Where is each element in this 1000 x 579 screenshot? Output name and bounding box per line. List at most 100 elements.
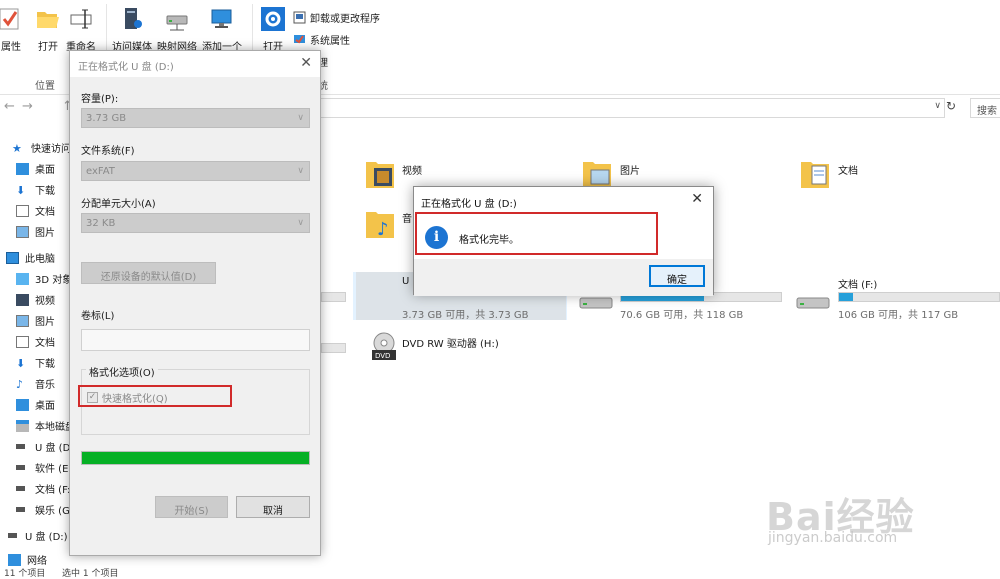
nav-item-quick-access[interactable]: ★ 快速访问	[12, 140, 71, 156]
drive-icon	[16, 465, 25, 470]
star-icon: ★	[12, 141, 22, 155]
folder-label-videos[interactable]: 视频	[402, 162, 422, 177]
dvd-drive-icon: DVD	[372, 332, 396, 360]
folder-open-icon	[37, 12, 59, 28]
filesystem-select[interactable]: exFAT ∨	[81, 161, 310, 181]
folder-label-pictures[interactable]: 图片	[620, 162, 640, 177]
format-dialog-title: 正在格式化 U 盘 (D:)	[78, 62, 174, 73]
nav-item-videos[interactable]: 视频	[16, 292, 55, 307]
ok-button[interactable]: 确定	[649, 265, 705, 287]
monitor-network-icon	[211, 9, 232, 28]
add-network-location-button[interactable]: 添加一个	[202, 6, 242, 53]
hard-drive-icon	[796, 297, 830, 309]
chevron-down-icon: ∨	[297, 113, 304, 123]
programs-icon	[293, 11, 306, 24]
baidu-watermark: Bai经验 jingyan.baidu.com	[762, 476, 992, 556]
nav-item-this-pc[interactable]: 此电脑	[6, 250, 55, 265]
nav-item-documents-2[interactable]: 文档	[16, 334, 55, 349]
usb-drive-icon	[16, 444, 25, 449]
format-dialog-titlebar: 正在格式化 U 盘 (D:) ✕	[70, 51, 320, 77]
document-icon	[16, 204, 29, 217]
system-properties-button[interactable]: 系统属性	[293, 32, 350, 47]
picture-icon	[16, 225, 29, 238]
restore-defaults-button[interactable]: 还原设备的默认值(D)	[81, 262, 216, 284]
media-server-icon	[125, 8, 142, 29]
watermark-url: jingyan.baidu.com	[768, 530, 898, 546]
quick-format-highlight-box	[78, 385, 232, 407]
desktop-icon	[16, 162, 29, 175]
nav-item-network[interactable]: 网络	[8, 552, 47, 567]
drive-icon	[16, 507, 25, 512]
nav-item-desktop[interactable]: 桌面	[16, 161, 55, 176]
capacity-select[interactable]: 3.73 GB ∨	[81, 108, 310, 128]
system-properties-icon	[294, 35, 305, 44]
nav-item-pictures[interactable]: 图片	[16, 224, 55, 239]
volume-label-label: 卷标(L)	[81, 311, 115, 322]
drive-label-u: U	[402, 276, 410, 287]
chevron-down-icon[interactable]: ∨	[934, 101, 941, 111]
chevron-down-icon: ∨	[297, 166, 304, 176]
nav-item-music[interactable]: ♪ 音乐	[16, 376, 55, 392]
allocation-size-select[interactable]: 32 KB ∨	[81, 213, 310, 233]
folder-label-documents[interactable]: 文档	[838, 162, 858, 177]
nav-item-desktop-2[interactable]: 桌面	[16, 397, 55, 412]
search-input[interactable]: 搜索	[970, 98, 1000, 118]
filesystem-label: 文件系统(F)	[81, 146, 135, 157]
open-settings-button[interactable]: 打开	[260, 6, 286, 53]
cube-icon	[16, 272, 29, 285]
message-box-title: 正在格式化 U 盘 (D:)	[421, 199, 517, 210]
nav-item-pictures-2[interactable]: 图片	[16, 313, 55, 328]
drive-usage-fill-f	[839, 293, 854, 301]
close-icon[interactable]: ✕	[300, 55, 312, 71]
nav-item-drive-e[interactable]: 软件 (E:	[16, 460, 72, 475]
nav-item-downloads-2[interactable]: ⬇ 下载	[16, 355, 55, 371]
desktop-icon	[16, 398, 29, 411]
folder-label-music[interactable]: 音	[402, 210, 412, 225]
drive-bar-partial-2	[321, 343, 346, 353]
open-button[interactable]: 打开	[35, 6, 61, 53]
nav-item-drive-g[interactable]: 娱乐 (G:	[16, 502, 73, 517]
cancel-button[interactable]: 取消	[236, 496, 310, 518]
picture-icon	[16, 314, 29, 327]
svg-text:DVD: DVD	[375, 352, 390, 360]
nav-item-local-disk[interactable]: 本地磁盘	[16, 418, 75, 433]
rename-button[interactable]: 重命名	[66, 6, 96, 53]
status-selection: 选中 1 个项目	[62, 569, 119, 579]
documents-folder-icon	[801, 162, 829, 188]
svg-text:♪: ♪	[377, 219, 389, 240]
map-network-drive-button[interactable]: 映射网络	[157, 6, 197, 53]
music-note-icon: ♪	[16, 377, 24, 391]
drive-label-dvd[interactable]: DVD RW 驱动器 (H:)	[402, 335, 499, 350]
nav-item-usb-d[interactable]: U 盘 (D	[16, 439, 70, 454]
drive-capacity-mid: 70.6 GB 可用，共 118 GB	[620, 310, 744, 321]
format-dialog: 正在格式化 U 盘 (D:) ✕ 容量(P): 3.73 GB ∨ 文件系统(F)…	[69, 50, 321, 556]
refresh-icon[interactable]: ↻	[946, 99, 962, 117]
nav-item-usb-root[interactable]: U 盘 (D:)	[8, 528, 68, 543]
document-icon	[16, 335, 29, 348]
computer-icon	[6, 251, 19, 264]
drive-bar-partial	[321, 292, 346, 302]
download-arrow-icon: ⬇	[16, 183, 26, 197]
rename-icon	[70, 9, 92, 29]
nav-item-drive-f[interactable]: 文档 (F:	[16, 481, 70, 496]
windows-drive-icon	[16, 419, 29, 432]
back-arrow-icon[interactable]: ←	[4, 99, 15, 114]
drive-capacity-u: 3.73 GB 可用，共 3.73 GB	[402, 310, 529, 321]
uninstall-programs-button[interactable]: 卸载或更改程序	[293, 10, 380, 25]
start-button[interactable]: 开始(S)	[155, 496, 228, 518]
drive-label-f[interactable]: 文档 (F:)	[838, 276, 877, 291]
volume-label-input[interactable]	[81, 329, 310, 351]
drive-icon	[16, 486, 25, 491]
nav-item-documents[interactable]: 文档	[16, 203, 55, 218]
access-media-button[interactable]: 访问媒体	[112, 6, 152, 53]
forward-arrow-icon[interactable]: →	[22, 99, 33, 114]
properties-button[interactable]: 属性	[0, 6, 24, 53]
nav-item-downloads[interactable]: ⬇ 下载	[16, 182, 55, 198]
address-bar[interactable]: ∨	[320, 98, 945, 118]
location-group-label: 位置	[35, 81, 55, 92]
video-icon	[16, 293, 29, 306]
download-arrow-icon: ⬇	[16, 356, 26, 370]
format-progress-fill	[82, 452, 309, 464]
close-icon[interactable]: ✕	[691, 191, 703, 207]
nav-item-3d-objects[interactable]: 3D 对象	[16, 271, 72, 286]
